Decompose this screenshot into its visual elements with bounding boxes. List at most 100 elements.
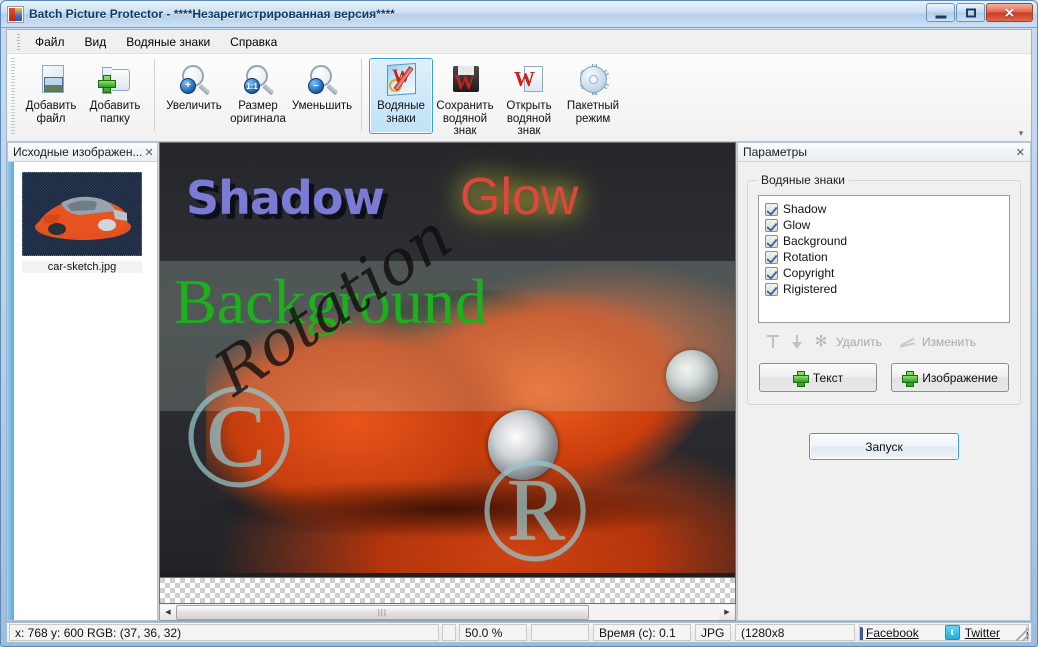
status-zoom: 50.0 % <box>459 624 527 641</box>
add-text-button[interactable]: Текст <box>759 363 877 392</box>
hscroll-track[interactable]: ||| <box>176 605 719 620</box>
source-images-header: Исходные изображен... ✕ <box>7 142 158 161</box>
plus-icon <box>793 371 807 385</box>
toolbar-overflow-icon[interactable]: ▾ <box>1015 127 1027 139</box>
source-images-body: car-sketch.jpg <box>7 161 158 621</box>
list-item-label: Background <box>783 234 847 248</box>
status-blank <box>531 624 589 641</box>
maximize-button[interactable] <box>956 3 985 22</box>
menu-watermarks[interactable]: Водяные знаки <box>116 32 220 52</box>
minimize-button[interactable] <box>926 3 955 22</box>
toolbar-group-zoom: + Увеличить 1:1 Размер оригинала – <box>162 54 354 136</box>
save-watermark-icon: W <box>448 63 482 97</box>
toolbar-actual-size-label: Размер оригинала <box>230 100 286 125</box>
add-folder-icon <box>98 63 132 97</box>
menu-file[interactable]: Файл <box>25 32 75 52</box>
hscroll-thumb[interactable]: ||| <box>176 605 589 620</box>
parameters-panel: Параметры ✕ Водяные знаки Shadow <box>736 142 1031 621</box>
toolbar-zoom-in-label: Увеличить <box>166 100 221 113</box>
zoom-actual-badge: 1:1 <box>244 78 260 94</box>
move-down-icon[interactable] <box>788 333 806 351</box>
add-image-button[interactable]: Изображение <box>891 363 1009 392</box>
facebook-link[interactable]: f Facebook <box>864 626 919 640</box>
car-wheel-front <box>488 410 558 480</box>
window-title: Batch Picture Protector - ****Незарегист… <box>29 7 395 21</box>
add-image-label: Изображение <box>922 371 998 385</box>
parameters-title: Параметры <box>743 145 807 159</box>
list-mini-toolbar: ✻ Удалить Изменить <box>758 333 1010 351</box>
status-social-links: f Facebook Twitter You Tube Youtube <box>859 624 1029 641</box>
thumbnail-item[interactable]: car-sketch.jpg <box>22 172 142 273</box>
toolbar-separator-2 <box>361 59 362 131</box>
car-sketch-thumb-icon <box>23 173 141 255</box>
parameters-body: Водяные знаки Shadow Glow <box>737 161 1031 621</box>
facebook-label[interactable]: Facebook <box>866 626 919 640</box>
work-area: Исходные изображен... ✕ <box>7 142 1031 621</box>
checkbox-shadow[interactable] <box>765 203 778 216</box>
menu-grip <box>17 34 20 50</box>
source-images-scrollbar[interactable] <box>8 162 14 620</box>
toolbar-zoom-in[interactable]: + Увеличить <box>162 58 226 134</box>
source-images-close-icon[interactable]: ✕ <box>142 146 155 159</box>
toolbar-actual-size[interactable]: 1:1 Размер оригинала <box>226 58 290 134</box>
background-watermark-box <box>160 261 735 411</box>
toolbar-save-watermark-label: Сохранить водяной знак <box>436 100 493 138</box>
edit-icon[interactable] <box>898 333 916 351</box>
toolbar-watermarks[interactable]: W Водяные знаки <box>369 58 433 134</box>
checkbox-background[interactable] <box>765 235 778 248</box>
list-item[interactable]: Glow <box>763 217 1005 233</box>
source-images-panel: Исходные изображен... ✕ <box>7 142 159 621</box>
watermarks-groupbox-title: Водяные знаки <box>757 173 849 187</box>
twitter-link[interactable]: Twitter <box>945 625 1000 640</box>
parameters-close-icon[interactable]: ✕ <box>1014 146 1027 159</box>
edit-button[interactable]: Изменить <box>922 335 976 349</box>
checkbox-rotation[interactable] <box>765 251 778 264</box>
list-item[interactable]: Rotation <box>763 249 1005 265</box>
resize-grip[interactable] <box>1016 628 1029 641</box>
menu-help[interactable]: Справка <box>220 32 287 52</box>
menu-view[interactable]: Вид <box>75 32 117 52</box>
list-item[interactable]: Rigistered <box>763 281 1005 297</box>
toolbar-add-folder[interactable]: Добавить папку <box>83 58 147 134</box>
watermarks-list[interactable]: Shadow Glow Background <box>758 195 1010 323</box>
title-bar: Batch Picture Protector - ****Незарегист… <box>1 1 1037 28</box>
list-item[interactable]: Shadow <box>763 201 1005 217</box>
toolbar-zoom-out-label: Уменьшить <box>292 100 352 113</box>
toolbar-add-file-label: Добавить файл <box>26 100 77 125</box>
toolbar-zoom-out[interactable]: – Уменьшить <box>290 58 354 134</box>
zoom-in-icon: + <box>177 63 211 97</box>
move-up-icon[interactable] <box>764 333 782 351</box>
toolbar-open-watermark-label: Открыть водяной знак <box>506 100 551 138</box>
add-file-icon <box>34 63 68 97</box>
preview-hscrollbar[interactable]: ◀ ||| ▶ <box>159 604 736 621</box>
toolbar-save-watermark[interactable]: W Сохранить водяной знак <box>433 58 497 141</box>
list-item-label: Rigistered <box>783 282 837 296</box>
transparency-checker <box>160 577 735 603</box>
thumbnail-image <box>22 172 142 256</box>
toolbar: Добавить файл Добавить папку + Увеличит <box>7 54 1031 142</box>
run-button[interactable]: Запуск <box>809 433 959 460</box>
twitter-label[interactable]: Twitter <box>965 626 1000 640</box>
checkbox-registered[interactable] <box>765 283 778 296</box>
close-button[interactable]: ✕ <box>986 3 1033 22</box>
hscroll-right-arrow[interactable]: ▶ <box>719 605 735 620</box>
toolbar-add-file[interactable]: Добавить файл <box>19 58 83 134</box>
status-format: JPG <box>695 624 731 641</box>
delete-button[interactable]: Удалить <box>836 335 882 349</box>
preview-panel: Shadow Glow Background © Rotation ® ◀ ||… <box>159 142 736 621</box>
list-item[interactable]: Background <box>763 233 1005 249</box>
status-dimensions: (1280x8 <box>735 624 855 641</box>
status-time: Время (с): 0.1 <box>593 624 691 641</box>
hscroll-left-arrow[interactable]: ◀ <box>160 605 176 620</box>
add-text-label: Текст <box>813 371 843 385</box>
checkbox-glow[interactable] <box>765 219 778 232</box>
checkbox-copyright[interactable] <box>765 267 778 280</box>
toolbar-group-files: Добавить файл Добавить папку <box>19 54 147 136</box>
toolbar-open-watermark[interactable]: W Открыть водяной знак <box>497 58 561 141</box>
toolbar-batch-mode[interactable]: Пакетный режим <box>561 58 625 134</box>
clear-icon[interactable]: ✻ <box>812 333 830 351</box>
facebook-icon: f <box>859 627 863 642</box>
watermarks-groupbox: Водяные знаки Shadow Glow <box>747 180 1021 405</box>
image-preview[interactable]: Shadow Glow Background © Rotation ® <box>159 142 736 604</box>
list-item[interactable]: Copyright <box>763 265 1005 281</box>
